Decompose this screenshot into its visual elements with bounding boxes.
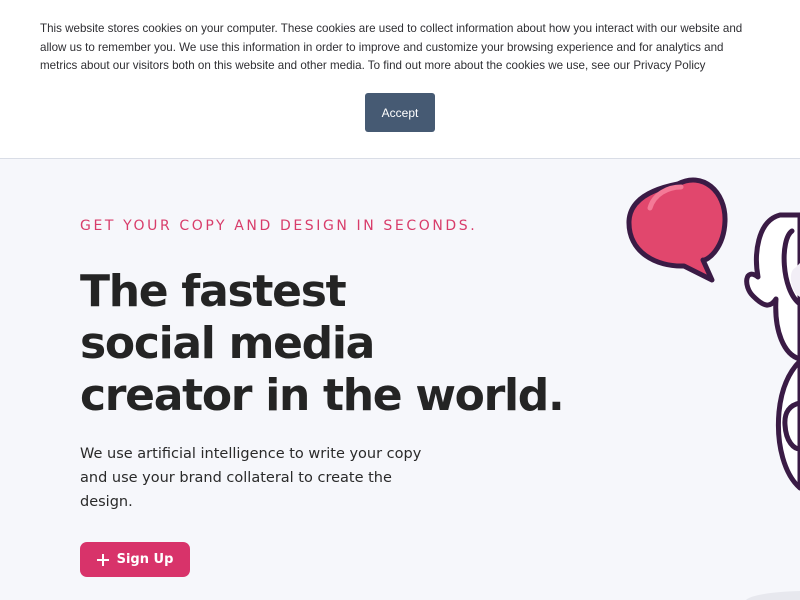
plus-icon xyxy=(96,553,109,566)
accept-cookies-button[interactable]: Accept xyxy=(365,93,435,132)
landing-page: This website stores cookies on your comp… xyxy=(0,0,800,600)
hero-description: We use artificial intelligence to write … xyxy=(80,446,422,510)
speech-bubble-icon xyxy=(626,177,728,283)
headline-line-1: The fastest xyxy=(80,266,347,317)
headline-line-3: creator in the world. xyxy=(80,370,565,421)
sign-up-label: Sign Up xyxy=(116,552,174,567)
planet-shadow xyxy=(746,591,800,600)
hero-headline: The fastest social media creator in the … xyxy=(80,266,600,422)
privacy-policy-link[interactable]: Privacy Policy xyxy=(633,59,705,72)
astronaut-illustration xyxy=(626,177,800,600)
astronaut-body xyxy=(775,358,800,491)
sign-up-button[interactable]: Sign Up xyxy=(80,542,190,577)
cookie-banner: This website stores cookies on your comp… xyxy=(0,0,800,159)
headline-line-2: social media xyxy=(80,318,375,369)
hero-eyebrow: GET YOUR COPY AND DESIGN IN SECONDS. xyxy=(80,218,478,234)
astronaut-helmet xyxy=(744,212,800,362)
cookie-message: This website stores cookies on your comp… xyxy=(40,20,760,76)
hero-section: GET YOUR COPY AND DESIGN IN SECONDS. The… xyxy=(0,159,800,600)
